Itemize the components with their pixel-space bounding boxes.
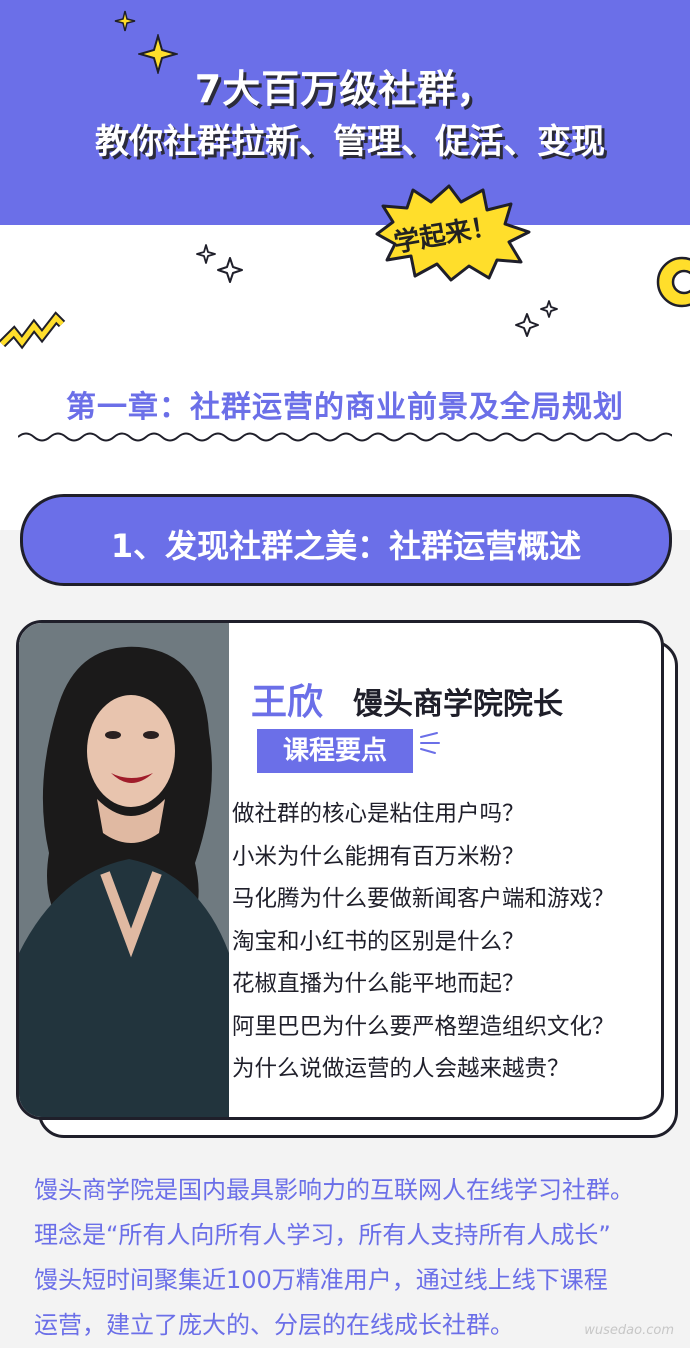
intro-paragraph: 馒头商学院是国内最具影响力的互联网人在线学习社群。 理念是“所有人向所有人学习，…: [34, 1168, 684, 1348]
lesson-title-pill: 1、发现社群之美：社群运营概述: [20, 494, 672, 586]
list-item: 马化腾为什么要做新闻客户端和游戏？: [232, 886, 615, 912]
teacher-role: 馒头商学院院长: [353, 687, 563, 722]
zigzag-decoration: [0, 311, 66, 350]
teacher-name: 王欣: [251, 682, 324, 723]
star-outline-icon: [515, 313, 539, 337]
watermark: wusedao.com: [584, 1323, 674, 1338]
hero-subtitle: 教你社群拉新、管理、促活、变现: [95, 122, 605, 162]
list-item: 淘宝和小红书的区别是什么？: [232, 928, 525, 955]
white-section: [0, 225, 690, 530]
wavy-divider: [18, 432, 672, 442]
emphasis-lines-icon: [420, 732, 440, 754]
list-item: 阿里巴巴为什么要严格塑造组织文化？: [232, 1013, 615, 1040]
star-outline-icon: [217, 257, 243, 283]
list-item: 小米为什么能拥有百万米粉？: [232, 843, 525, 870]
star-outline-icon: [540, 300, 558, 318]
intro-line: 理念是“所有人向所有人学习，所有人支持所有人成长”: [34, 1221, 611, 1249]
list-item: 做社群的核心是粘住用户吗？: [232, 801, 525, 827]
intro-line: 馒头短时间聚集近100万精准用户，通过线上线下课程: [34, 1266, 608, 1294]
intro-line: 馒头商学院是国内最具影响力的互联网人在线学习社群。: [34, 1176, 634, 1204]
hero-title: 7大百万级社群，: [194, 67, 496, 111]
course-points-tag: 课程要点: [257, 729, 413, 773]
star-outline-icon: [196, 244, 216, 264]
course-points-list: 做社群的核心是粘住用户吗？ 小米为什么能拥有百万米粉？ 马化腾为什么要做新闻客户…: [232, 793, 615, 1091]
teacher-card: 王欣 馒头商学院院长 课程要点 做社群的核心是粘住用户吗？ 小米为什么能拥有百万…: [16, 620, 664, 1120]
list-item: 为什么说做运营的人会越来越贵？: [232, 1056, 570, 1082]
lesson-title: 1、发现社群之美：社群运营概述: [110, 527, 582, 565]
sparkle-icon: [114, 10, 136, 32]
teacher-photo: [19, 623, 229, 1117]
chapter-title: 第一章：社群运营的商业前景及全局规划: [66, 390, 624, 425]
ring-decoration: [656, 256, 690, 308]
list-item: 花椒直播为什么能平地而起？: [232, 971, 525, 997]
